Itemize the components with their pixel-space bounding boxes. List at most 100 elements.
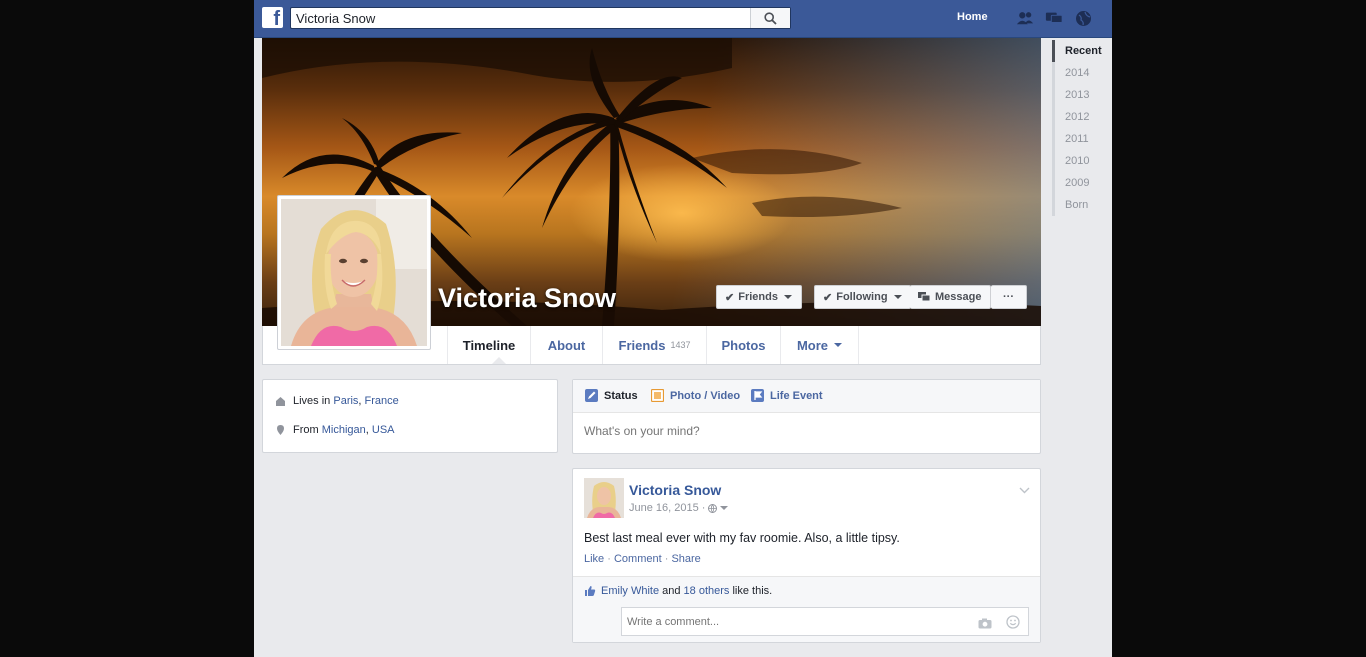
tab-more[interactable]: More [781, 326, 859, 364]
friends-count: 1437 [670, 340, 691, 350]
likes-suffix: like this. [732, 585, 773, 597]
profile-photo-image [281, 199, 427, 346]
post-author-avatar[interactable] [584, 478, 624, 518]
action-separator: · [604, 553, 614, 565]
comment-box [621, 607, 1029, 636]
caret-down-icon [783, 295, 792, 299]
composer-life-event-tab[interactable]: Life Event [751, 389, 823, 402]
composer-tabs: Status Photo / Video Life Event [573, 380, 1040, 413]
year-2014[interactable]: 2014 [1052, 62, 1112, 84]
liker-name-link[interactable]: Emily White [601, 585, 659, 597]
caret-down-icon [893, 295, 902, 299]
tab-about[interactable]: About [531, 326, 603, 364]
tab-timeline[interactable]: Timeline [447, 326, 531, 364]
profile-name: Victoria Snow [438, 283, 617, 313]
friends-button-label: Friends [738, 291, 778, 303]
lives-separator: , [358, 395, 362, 407]
more-options-button[interactable]: ··· [991, 285, 1027, 309]
composer-photo-tab[interactable]: Photo / Video [651, 389, 740, 402]
timeline-post: Victoria Snow June 16, 2015 · Best last … [572, 468, 1041, 643]
likes-summary: Emily White and 18 others like this. [584, 585, 772, 597]
post-date-link[interactable]: June 16, 2015 [629, 502, 699, 514]
emoji-icon[interactable] [1006, 615, 1020, 634]
ellipsis-icon: ··· [1003, 291, 1014, 303]
tab-friends[interactable]: Friends 1437 [603, 326, 707, 364]
post-composer: Status Photo / Video Life Event [572, 379, 1041, 454]
from-row: From Michigan, USA [275, 424, 395, 436]
home-link[interactable]: Home [957, 11, 988, 23]
location-pin-icon [275, 425, 285, 435]
photo-icon [651, 389, 664, 402]
year-2009[interactable]: 2009 [1052, 172, 1112, 194]
top-bar: f Home [254, 0, 1112, 38]
likes-and: and [662, 585, 681, 597]
year-2010[interactable]: 2010 [1052, 150, 1112, 172]
flag-icon [751, 389, 764, 402]
search-icon [764, 11, 777, 25]
year-2012[interactable]: 2012 [1052, 106, 1112, 128]
friends-button[interactable]: ✔ Friends [716, 285, 802, 309]
share-link[interactable]: Share [671, 553, 700, 565]
timeline-year-nav: Recent 2014 2013 2012 2011 2010 2009 Bor… [1052, 40, 1112, 216]
search-box [290, 7, 791, 29]
message-icon [918, 292, 931, 302]
audience-selector[interactable] [708, 503, 729, 513]
tab-label: Photos [721, 337, 766, 353]
status-input[interactable] [584, 424, 1024, 438]
year-2011[interactable]: 2011 [1052, 128, 1112, 150]
checkmark-icon: ✔ [725, 291, 735, 304]
from-country-link[interactable]: USA [372, 424, 395, 436]
post-feedback-area: Emily White and 18 others like this. [573, 576, 1040, 642]
message-button[interactable]: Message [910, 285, 991, 309]
composer-status-tab[interactable]: Status [585, 389, 638, 402]
facebook-page: f Home [254, 0, 1112, 657]
from-place-link[interactable]: Michigan [322, 424, 366, 436]
camera-icon[interactable] [978, 616, 992, 634]
year-born[interactable]: Born [1052, 194, 1112, 216]
year-recent[interactable]: Recent [1052, 40, 1112, 62]
profile-picture[interactable] [277, 195, 431, 350]
caret-down-icon [834, 343, 843, 347]
like-link[interactable]: Like [584, 553, 604, 565]
tab-label: Timeline [462, 337, 516, 353]
messages-icon[interactable] [1045, 10, 1063, 26]
tab-photos[interactable]: Photos [707, 326, 781, 364]
message-button-label: Message [935, 291, 982, 303]
tab-label: Friends [618, 337, 666, 353]
search-input[interactable] [291, 8, 751, 28]
composer-photo-label: Photo / Video [670, 389, 741, 402]
lives-in-label: Lives in [293, 395, 331, 407]
post-text: Best last meal ever with my fav roomie. … [584, 531, 900, 545]
thumbs-up-icon [585, 586, 596, 596]
intro-card: Lives in Paris, France From Michigan, US… [262, 379, 558, 453]
caret-down-icon [720, 506, 729, 510]
globe-icon [708, 503, 718, 513]
from-label: From [293, 424, 319, 436]
notifications-globe-icon[interactable] [1074, 10, 1092, 26]
comment-input[interactable] [622, 608, 962, 635]
action-separator: · [661, 553, 672, 565]
friend-requests-icon[interactable] [1016, 10, 1034, 26]
tab-label: More [796, 337, 829, 353]
year-2013[interactable]: 2013 [1052, 84, 1112, 106]
tab-label: About [547, 337, 586, 353]
checkmark-icon: ✔ [823, 291, 833, 304]
house-icon [275, 396, 285, 406]
lives-city-link[interactable]: Paris [333, 395, 358, 407]
following-button[interactable]: ✔ Following [814, 285, 911, 309]
following-button-label: Following [836, 291, 888, 303]
post-date-separator: · [701, 502, 706, 514]
comment-link[interactable]: Comment [614, 553, 662, 565]
active-tab-pointer [492, 357, 506, 364]
facebook-logo-icon[interactable]: f [262, 7, 283, 28]
pencil-icon [585, 389, 598, 402]
search-button[interactable] [750, 8, 790, 28]
from-separator: , [365, 424, 369, 436]
post-author-link[interactable]: Victoria Snow [629, 482, 721, 498]
post-options-chevron-icon[interactable] [1019, 481, 1030, 499]
lives-country-link[interactable]: France [365, 395, 399, 407]
post-timestamp: June 16, 2015 · [629, 502, 729, 514]
post-actions: Like · Comment · Share [584, 553, 701, 565]
other-likers-link[interactable]: 18 others [684, 585, 730, 597]
composer-status-label: Status [604, 389, 638, 402]
